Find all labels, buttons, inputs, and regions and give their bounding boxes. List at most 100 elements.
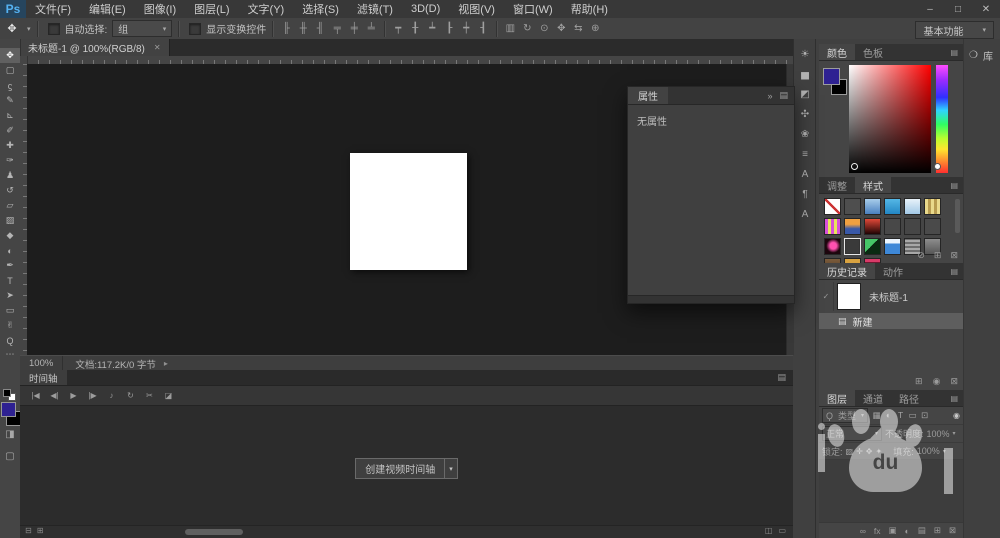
align-left-edges-icon[interactable]: ╟ bbox=[279, 21, 293, 36]
fill-value[interactable]: 100% bbox=[917, 446, 940, 456]
play-button[interactable]: ▶ bbox=[65, 388, 82, 403]
menu-item[interactable]: 图像(I) bbox=[135, 0, 185, 18]
marquee-tool[interactable]: ▢ bbox=[0, 63, 20, 78]
clear-style-icon[interactable]: ⊘ bbox=[917, 250, 925, 261]
auto-align-layers-icon[interactable]: ▥ bbox=[503, 21, 517, 36]
split-button[interactable]: ✂ bbox=[141, 388, 158, 403]
history-entry-open[interactable]: ✓ 未标题-1 bbox=[819, 282, 963, 311]
style-swatch[interactable] bbox=[884, 218, 901, 235]
timeline-flatten-icon[interactable]: ▭ bbox=[778, 526, 786, 535]
layer-list[interactable] bbox=[819, 460, 963, 526]
distribute-bottom-edges-icon[interactable]: ┷ bbox=[425, 21, 439, 36]
workspace-switcher-button[interactable]: 基本功能 ▾ bbox=[915, 21, 994, 39]
brush-tool[interactable]: ✑ bbox=[0, 153, 20, 168]
menu-item[interactable]: 选择(S) bbox=[293, 0, 348, 18]
saturation-brightness-field[interactable] bbox=[849, 65, 931, 173]
align-vertical-centers-icon[interactable]: ╪ bbox=[347, 21, 361, 36]
filter-shape-layers-icon[interactable]: ▭ bbox=[907, 410, 918, 421]
tab-paths[interactable]: 路径 bbox=[891, 390, 927, 406]
menu-item[interactable]: 视图(V) bbox=[449, 0, 504, 18]
3d-rotate-icon[interactable]: ↻ bbox=[520, 21, 534, 36]
menu-item[interactable]: 文字(Y) bbox=[239, 0, 294, 18]
quick-selection-tool[interactable]: ✎ bbox=[0, 93, 20, 108]
tab-layers[interactable]: 图层 bbox=[819, 390, 855, 406]
new-layer-icon[interactable]: ⊞ bbox=[934, 525, 941, 536]
zoom-level-field[interactable]: 100% bbox=[20, 356, 63, 371]
vibrance-icon[interactable]: ❀ bbox=[797, 128, 813, 141]
status-expander-icon[interactable]: ▸ bbox=[164, 359, 168, 368]
document-canvas[interactable] bbox=[350, 153, 467, 270]
timeline-thumbnail-size-icon[interactable]: ◫ bbox=[765, 526, 773, 535]
panel-menu-icon[interactable]: ▤ bbox=[950, 44, 963, 60]
style-swatch[interactable] bbox=[864, 238, 881, 255]
style-swatch-selected[interactable] bbox=[844, 238, 861, 255]
style-swatch[interactable] bbox=[884, 238, 901, 255]
layer-filter-kind-dropdown[interactable]: Ϙ 类型 ▾ bbox=[822, 408, 868, 423]
hand-tool[interactable]: ✌ bbox=[0, 318, 20, 333]
menu-item[interactable]: 图层(L) bbox=[185, 0, 238, 18]
maximize-button[interactable]: □ bbox=[944, 0, 972, 18]
tab-adjustments[interactable]: 调整 bbox=[819, 177, 855, 193]
blend-mode-dropdown[interactable]: 正常 ▾ bbox=[822, 426, 882, 441]
new-group-icon[interactable]: ▤ bbox=[918, 525, 926, 536]
tab-actions[interactable]: 动作 bbox=[875, 263, 911, 279]
edit-toolbar-icon[interactable]: ⋯ bbox=[0, 349, 20, 360]
healing-brush-tool[interactable]: ✚ bbox=[0, 138, 20, 153]
next-frame-button[interactable]: |▶ bbox=[84, 388, 101, 403]
glyphs-panel-icon[interactable]: A bbox=[797, 208, 813, 221]
move-tool-icon[interactable]: ✥ bbox=[0, 22, 24, 35]
history-entry-new[interactable]: ▤ 新建 bbox=[819, 313, 963, 329]
menu-item[interactable]: 编辑(E) bbox=[80, 0, 135, 18]
style-no-style[interactable] bbox=[824, 198, 841, 215]
style-swatch[interactable] bbox=[864, 198, 881, 215]
create-video-timeline-button[interactable]: 创建视频时间轴 ▾ bbox=[355, 458, 458, 479]
tab-timeline[interactable]: 时间轴 bbox=[20, 370, 67, 385]
style-swatch[interactable] bbox=[864, 218, 881, 235]
move-tool[interactable]: ✥ bbox=[0, 48, 20, 63]
styles-scrollbar[interactable] bbox=[955, 199, 960, 233]
style-swatch[interactable] bbox=[844, 218, 861, 235]
history-brush-source-icon[interactable]: ✓ bbox=[819, 282, 834, 311]
tab-swatches[interactable]: 色板 bbox=[855, 44, 891, 60]
lock-transparency-icon[interactable]: ▨ bbox=[846, 447, 854, 456]
default-colors-icon[interactable] bbox=[3, 389, 11, 397]
filter-adjustment-layers-icon[interactable]: ◐ bbox=[883, 410, 894, 421]
clone-stamp-tool[interactable]: ♟ bbox=[0, 168, 20, 183]
delete-state-icon[interactable]: ⊠ bbox=[950, 376, 958, 387]
style-swatch[interactable] bbox=[924, 218, 941, 235]
tab-styles[interactable]: 样式 bbox=[855, 177, 891, 193]
style-swatch[interactable] bbox=[844, 198, 861, 215]
lock-all-icon[interactable]: ✦ bbox=[875, 447, 882, 456]
menu-item[interactable]: 滤镜(T) bbox=[348, 0, 402, 18]
pen-tool[interactable]: ✒ bbox=[0, 258, 20, 273]
align-bottom-edges-icon[interactable]: ╧ bbox=[364, 21, 378, 36]
delete-style-icon[interactable]: ⊠ bbox=[950, 250, 958, 261]
document-tab[interactable]: 未标题-1 @ 100%(RGB/8) ✕ bbox=[20, 39, 170, 56]
auto-select-dropdown[interactable]: 组 ▾ bbox=[112, 20, 172, 37]
new-style-icon[interactable]: ⊞ bbox=[934, 250, 942, 261]
levels-icon[interactable]: ◩ bbox=[797, 88, 813, 101]
transition-button[interactable]: ◪ bbox=[160, 388, 177, 403]
gradient-tool[interactable]: ▨ bbox=[0, 213, 20, 228]
close-document-icon[interactable]: ✕ bbox=[154, 43, 161, 52]
foreground-color-swatch[interactable] bbox=[1, 402, 16, 417]
sliders-icon[interactable]: ≡ bbox=[797, 148, 813, 161]
menu-item[interactable]: 3D(D) bbox=[402, 0, 449, 18]
timeline-zoom-out-icon[interactable]: ⊟ bbox=[25, 526, 32, 535]
distribute-right-edges-icon[interactable]: ┨ bbox=[476, 21, 490, 36]
zoom-tool[interactable]: Q bbox=[0, 333, 20, 348]
menu-item[interactable]: 窗口(W) bbox=[504, 0, 562, 18]
minimize-button[interactable]: – bbox=[916, 0, 944, 18]
libraries-panel-tab[interactable]: ❍ 库 bbox=[964, 39, 1000, 72]
collapse-panel-icon[interactable]: » bbox=[767, 91, 772, 101]
layer-style-icon[interactable]: fx bbox=[874, 526, 881, 536]
3d-roll-icon[interactable]: ⊙ bbox=[537, 21, 551, 36]
tab-channels[interactable]: 通道 bbox=[855, 390, 891, 406]
style-swatch[interactable] bbox=[824, 218, 841, 235]
tab-properties[interactable]: 属性 bbox=[628, 87, 668, 104]
type-tool[interactable]: T bbox=[0, 273, 20, 288]
eraser-tool[interactable]: ▱ bbox=[0, 198, 20, 213]
panel-menu-icon[interactable]: ▤ bbox=[779, 90, 788, 101]
curves-icon[interactable]: ✣ bbox=[797, 108, 813, 121]
lasso-tool[interactable]: ϛ bbox=[0, 78, 20, 93]
